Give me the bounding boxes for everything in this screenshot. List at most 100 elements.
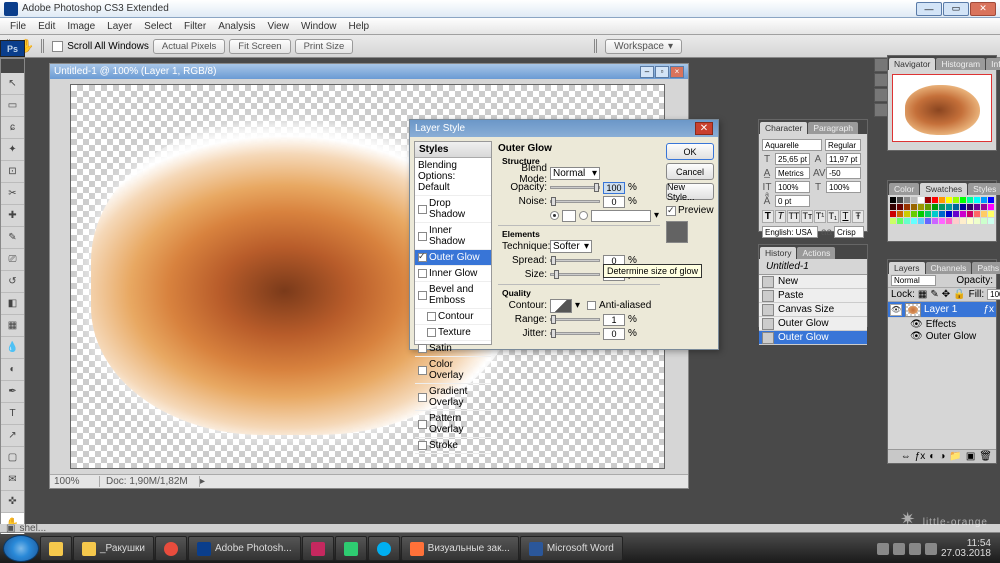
font-size-input[interactable]: 25,65 pt	[775, 153, 810, 165]
menu-edit[interactable]: Edit	[32, 21, 61, 32]
swatch[interactable]	[904, 218, 910, 224]
swatch[interactable]	[974, 204, 980, 210]
eye-icon[interactable]: 👁	[910, 331, 923, 342]
drop-shadow-item[interactable]: Drop Shadow	[415, 196, 491, 223]
doc-maximize-button[interactable]: ▫	[655, 66, 669, 78]
swatch[interactable]	[932, 197, 938, 203]
swatch[interactable]	[960, 218, 966, 224]
swatch[interactable]	[960, 204, 966, 210]
close-button[interactable]: ✕	[970, 2, 996, 16]
inner-shadow-item[interactable]: Inner Shadow	[415, 223, 491, 250]
chevron-down-icon[interactable]: ▾	[654, 210, 659, 221]
taskbar-item[interactable]: Визуальные зак...	[401, 536, 519, 561]
contour-item[interactable]: Contour	[415, 309, 491, 325]
swatch[interactable]	[897, 211, 903, 217]
jitter-slider[interactable]	[550, 332, 600, 335]
taskbar-item[interactable]: _Ракушки	[73, 536, 154, 561]
blend-mode-select[interactable]: Normal	[891, 275, 936, 286]
swatch[interactable]	[967, 204, 973, 210]
checkbox[interactable]	[418, 232, 427, 241]
swatch[interactable]	[925, 204, 931, 210]
kerning-input[interactable]: -50	[826, 167, 861, 179]
swatch[interactable]	[890, 211, 896, 217]
checkbox[interactable]	[427, 328, 436, 337]
checkbox[interactable]	[418, 366, 427, 375]
menu-select[interactable]: Select	[138, 21, 178, 32]
palette-icon[interactable]	[874, 73, 888, 87]
stamp-tool[interactable]: ⎚	[1, 249, 24, 271]
tab-actions[interactable]: Actions	[797, 247, 835, 259]
chevron-right-icon[interactable]: ▸	[200, 476, 205, 487]
tab-paragraph[interactable]: Paragraph	[808, 122, 858, 134]
dialog-titlebar[interactable]: Layer Style ✕	[410, 120, 718, 137]
texture-item[interactable]: Texture	[415, 325, 491, 341]
leading-input[interactable]: 11,97 pt	[826, 153, 861, 165]
palette-icon[interactable]	[874, 88, 888, 102]
menu-file[interactable]: File	[4, 21, 32, 32]
swatch[interactable]	[918, 218, 924, 224]
swatch[interactable]	[988, 204, 994, 210]
swatch[interactable]	[932, 204, 938, 210]
checkbox[interactable]	[418, 420, 427, 429]
cancel-button[interactable]: Cancel	[666, 163, 714, 180]
font-style-select[interactable]: Regular	[825, 139, 861, 151]
link-icon[interactable]: ⇔	[901, 451, 911, 462]
dodge-tool[interactable]: ◐	[1, 359, 24, 381]
swatch[interactable]	[988, 211, 994, 217]
eyedropper-tool[interactable]: ✜	[1, 491, 24, 513]
contour-picker[interactable]	[550, 299, 572, 313]
history-item[interactable]: New	[759, 275, 867, 289]
tab-swatches[interactable]: Swatches	[920, 183, 967, 195]
lock-trans-icon[interactable]: ▦	[918, 289, 927, 300]
glow-gradient[interactable]	[591, 210, 651, 222]
swatch[interactable]	[911, 204, 917, 210]
swatch[interactable]	[974, 197, 980, 203]
glow-color-swatch[interactable]	[562, 210, 576, 222]
tracking-input[interactable]: Metrics	[775, 167, 810, 179]
swatch[interactable]	[939, 218, 945, 224]
adjustment-icon[interactable]: ◑	[939, 451, 945, 462]
swatch[interactable]	[981, 211, 987, 217]
bevel-emboss-item[interactable]: Bevel and Emboss	[415, 282, 491, 309]
swatch[interactable]	[946, 204, 952, 210]
navigator-preview[interactable]	[892, 74, 992, 142]
swatch[interactable]	[946, 197, 952, 203]
language-select[interactable]: English: USA	[762, 226, 818, 238]
dialog-close-button[interactable]: ✕	[695, 122, 713, 135]
swatch[interactable]	[918, 211, 924, 217]
menu-filter[interactable]: Filter	[178, 21, 212, 32]
wand-tool[interactable]: ✦	[1, 139, 24, 161]
chevron-down-icon[interactable]: ▾	[575, 300, 580, 311]
font-select[interactable]: Aquarelle	[762, 139, 822, 151]
toolbox-tab[interactable]	[1, 59, 24, 73]
taskbar-item[interactable]: Microsoft Word	[520, 536, 623, 561]
lock-pixels-icon[interactable]: ✎	[930, 289, 938, 300]
history-item[interactable]: Outer Glow	[759, 331, 867, 345]
checkbox[interactable]	[418, 269, 427, 278]
marquee-tool[interactable]: ▭	[1, 95, 24, 117]
blur-tool[interactable]: 💧	[1, 337, 24, 359]
eraser-tool[interactable]: ◧	[1, 293, 24, 315]
maximize-button[interactable]: ▭	[943, 2, 969, 16]
swatch[interactable]	[897, 218, 903, 224]
swatch[interactable]	[953, 218, 959, 224]
start-button[interactable]	[3, 535, 39, 562]
baseline-input[interactable]: 0 pt	[775, 195, 810, 207]
folder-icon[interactable]: 📁	[949, 451, 961, 462]
tab-info[interactable]: Info	[986, 58, 1000, 70]
swatch[interactable]	[953, 204, 959, 210]
path-tool[interactable]: ↗	[1, 425, 24, 447]
checkbox[interactable]	[418, 205, 427, 214]
swatch[interactable]	[904, 204, 910, 210]
swatch[interactable]	[932, 218, 938, 224]
swatch[interactable]	[925, 211, 931, 217]
grip-icon[interactable]	[41, 39, 45, 53]
layer-row[interactable]: 👁 Layer 1 ƒx	[888, 302, 996, 318]
trash-icon[interactable]: 🗑	[979, 451, 992, 462]
swatch[interactable]	[960, 197, 966, 203]
tab-channels[interactable]: Channels	[926, 262, 972, 274]
swatch[interactable]	[946, 211, 952, 217]
fx-icon[interactable]: ƒx	[915, 451, 926, 462]
actual-pixels-button[interactable]: Actual Pixels	[153, 39, 225, 54]
checkbox[interactable]	[418, 291, 427, 300]
